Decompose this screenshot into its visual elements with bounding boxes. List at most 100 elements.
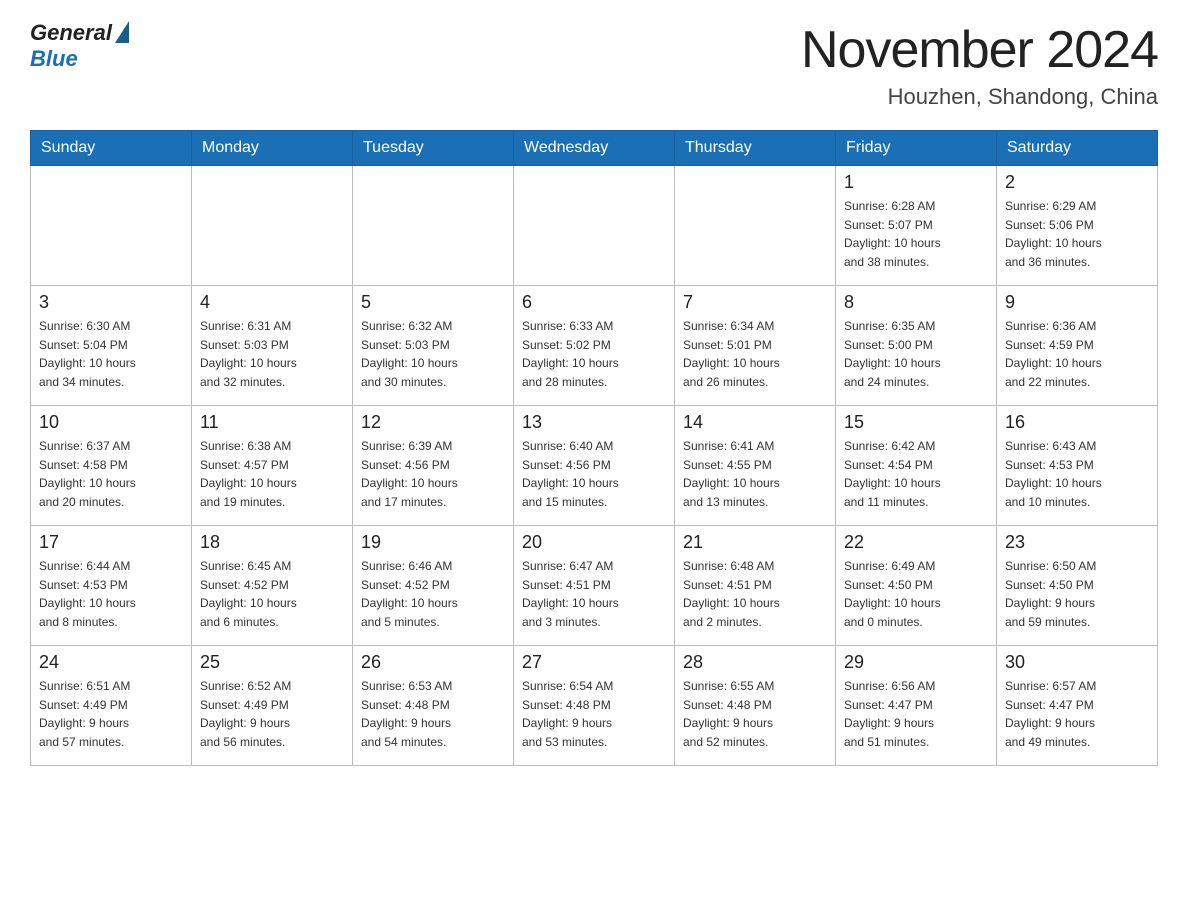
- day-number: 18: [200, 532, 344, 553]
- day-number: 5: [361, 292, 505, 313]
- day-info: Sunrise: 6:41 AM Sunset: 4:55 PM Dayligh…: [683, 437, 827, 511]
- day-info: Sunrise: 6:39 AM Sunset: 4:56 PM Dayligh…: [361, 437, 505, 511]
- day-number: 25: [200, 652, 344, 673]
- day-info: Sunrise: 6:32 AM Sunset: 5:03 PM Dayligh…: [361, 317, 505, 391]
- day-info: Sunrise: 6:33 AM Sunset: 5:02 PM Dayligh…: [522, 317, 666, 391]
- day-info: Sunrise: 6:45 AM Sunset: 4:52 PM Dayligh…: [200, 557, 344, 631]
- calendar-cell: 16Sunrise: 6:43 AM Sunset: 4:53 PM Dayli…: [997, 406, 1158, 526]
- day-number: 10: [39, 412, 183, 433]
- page-header: General Blue November 2024 Houzhen, Shan…: [30, 20, 1158, 110]
- weekday-header-saturday: Saturday: [997, 131, 1158, 166]
- day-info: Sunrise: 6:42 AM Sunset: 4:54 PM Dayligh…: [844, 437, 988, 511]
- day-number: 4: [200, 292, 344, 313]
- day-number: 3: [39, 292, 183, 313]
- calendar-cell: 4 Sunrise: 6:31 AM Sunset: 5:03 PM Daylig…: [192, 286, 353, 406]
- weekday-header-tuesday: Tuesday: [353, 131, 514, 166]
- day-info: Sunrise: 6:35 AM Sunset: 5:00 PM Dayligh…: [844, 317, 988, 391]
- day-info: Sunrise: 6:55 AM Sunset: 4:48 PM Dayligh…: [683, 677, 827, 751]
- day-info: Sunrise: 6:52 AM Sunset: 4:49 PM Dayligh…: [200, 677, 344, 751]
- calendar-cell: 2Sunrise: 6:29 AM Sunset: 5:06 PM Daylig…: [997, 166, 1158, 286]
- weekday-header-friday: Friday: [836, 131, 997, 166]
- calendar-cell: 20Sunrise: 6:47 AM Sunset: 4:51 PM Dayli…: [514, 526, 675, 646]
- calendar-cell: 11 Sunrise: 6:38 AM Sunset: 4:57 PM Dayli…: [192, 406, 353, 526]
- day-number: 6: [522, 292, 666, 313]
- calendar-cell: 5 Sunrise: 6:32 AM Sunset: 5:03 PM Daylig…: [353, 286, 514, 406]
- day-number: 7: [683, 292, 827, 313]
- day-number: 19: [361, 532, 505, 553]
- day-info: Sunrise: 6:56 AM Sunset: 4:47 PM Dayligh…: [844, 677, 988, 751]
- week-row-1: 1Sunrise: 6:28 AM Sunset: 5:07 PM Daylig…: [31, 166, 1158, 286]
- day-info: Sunrise: 6:54 AM Sunset: 4:48 PM Dayligh…: [522, 677, 666, 751]
- calendar-subtitle: Houzhen, Shandong, China: [801, 84, 1158, 110]
- day-number: 30: [1005, 652, 1149, 673]
- calendar-table: SundayMondayTuesdayWednesdayThursdayFrid…: [30, 130, 1158, 766]
- calendar-cell: 3 Sunrise: 6:30 AM Sunset: 5:04 PM Daylig…: [31, 286, 192, 406]
- calendar-cell: 24 Sunrise: 6:51 AM Sunset: 4:49 PM Dayli…: [31, 646, 192, 766]
- weekday-header-row: SundayMondayTuesdayWednesdayThursdayFrid…: [31, 131, 1158, 166]
- week-row-2: 3 Sunrise: 6:30 AM Sunset: 5:04 PM Daylig…: [31, 286, 1158, 406]
- day-number: 8: [844, 292, 988, 313]
- day-info: Sunrise: 6:34 AM Sunset: 5:01 PM Dayligh…: [683, 317, 827, 391]
- day-info: Sunrise: 6:57 AM Sunset: 4:47 PM Dayligh…: [1005, 677, 1149, 751]
- weekday-header-monday: Monday: [192, 131, 353, 166]
- day-number: 24: [39, 652, 183, 673]
- day-info: Sunrise: 6:53 AM Sunset: 4:48 PM Dayligh…: [361, 677, 505, 751]
- calendar-cell: 27 Sunrise: 6:54 AM Sunset: 4:48 PM Dayli…: [514, 646, 675, 766]
- day-number: 14: [683, 412, 827, 433]
- day-number: 15: [844, 412, 988, 433]
- calendar-cell: 28 Sunrise: 6:55 AM Sunset: 4:48 PM Dayli…: [675, 646, 836, 766]
- day-number: 27: [522, 652, 666, 673]
- calendar-cell: [353, 166, 514, 286]
- week-row-3: 10 Sunrise: 6:37 AM Sunset: 4:58 PM Dayli…: [31, 406, 1158, 526]
- calendar-cell: 30 Sunrise: 6:57 AM Sunset: 4:47 PM Dayli…: [997, 646, 1158, 766]
- calendar-cell: 8 Sunrise: 6:35 AM Sunset: 5:00 PM Daylig…: [836, 286, 997, 406]
- day-info: Sunrise: 6:30 AM Sunset: 5:04 PM Dayligh…: [39, 317, 183, 391]
- calendar-cell: [675, 166, 836, 286]
- week-row-4: 17 Sunrise: 6:44 AM Sunset: 4:53 PM Dayli…: [31, 526, 1158, 646]
- calendar-cell: 6 Sunrise: 6:33 AM Sunset: 5:02 PM Daylig…: [514, 286, 675, 406]
- logo-triangle-icon: [115, 21, 129, 43]
- day-info: Sunrise: 6:29 AM Sunset: 5:06 PM Dayligh…: [1005, 197, 1149, 271]
- day-info: Sunrise: 6:50 AM Sunset: 4:50 PM Dayligh…: [1005, 557, 1149, 631]
- day-info: Sunrise: 6:40 AM Sunset: 4:56 PM Dayligh…: [522, 437, 666, 511]
- calendar-cell: 9Sunrise: 6:36 AM Sunset: 4:59 PM Daylig…: [997, 286, 1158, 406]
- calendar-cell: 14 Sunrise: 6:41 AM Sunset: 4:55 PM Dayli…: [675, 406, 836, 526]
- calendar-cell: 15 Sunrise: 6:42 AM Sunset: 4:54 PM Dayli…: [836, 406, 997, 526]
- calendar-cell: 1Sunrise: 6:28 AM Sunset: 5:07 PM Daylig…: [836, 166, 997, 286]
- day-number: 11: [200, 412, 344, 433]
- day-number: 17: [39, 532, 183, 553]
- day-info: Sunrise: 6:47 AM Sunset: 4:51 PM Dayligh…: [522, 557, 666, 631]
- calendar-cell: 10 Sunrise: 6:37 AM Sunset: 4:58 PM Dayli…: [31, 406, 192, 526]
- calendar-cell: 7 Sunrise: 6:34 AM Sunset: 5:01 PM Daylig…: [675, 286, 836, 406]
- day-info: Sunrise: 6:48 AM Sunset: 4:51 PM Dayligh…: [683, 557, 827, 631]
- logo-general-text: General: [30, 20, 112, 46]
- calendar-cell: 19 Sunrise: 6:46 AM Sunset: 4:52 PM Dayli…: [353, 526, 514, 646]
- week-row-5: 24 Sunrise: 6:51 AM Sunset: 4:49 PM Dayli…: [31, 646, 1158, 766]
- day-number: 23: [1005, 532, 1149, 553]
- day-info: Sunrise: 6:46 AM Sunset: 4:52 PM Dayligh…: [361, 557, 505, 631]
- day-info: Sunrise: 6:37 AM Sunset: 4:58 PM Dayligh…: [39, 437, 183, 511]
- day-info: Sunrise: 6:51 AM Sunset: 4:49 PM Dayligh…: [39, 677, 183, 751]
- calendar-cell: 13Sunrise: 6:40 AM Sunset: 4:56 PM Dayli…: [514, 406, 675, 526]
- day-info: Sunrise: 6:38 AM Sunset: 4:57 PM Dayligh…: [200, 437, 344, 511]
- weekday-header-sunday: Sunday: [31, 131, 192, 166]
- day-number: 29: [844, 652, 988, 673]
- day-number: 28: [683, 652, 827, 673]
- day-info: Sunrise: 6:43 AM Sunset: 4:53 PM Dayligh…: [1005, 437, 1149, 511]
- day-info: Sunrise: 6:44 AM Sunset: 4:53 PM Dayligh…: [39, 557, 183, 631]
- day-info: Sunrise: 6:36 AM Sunset: 4:59 PM Dayligh…: [1005, 317, 1149, 391]
- day-info: Sunrise: 6:31 AM Sunset: 5:03 PM Dayligh…: [200, 317, 344, 391]
- logo: General Blue: [30, 20, 129, 72]
- calendar-cell: [192, 166, 353, 286]
- title-section: November 2024 Houzhen, Shandong, China: [801, 20, 1158, 110]
- day-info: Sunrise: 6:28 AM Sunset: 5:07 PM Dayligh…: [844, 197, 988, 271]
- calendar-cell: 18 Sunrise: 6:45 AM Sunset: 4:52 PM Dayli…: [192, 526, 353, 646]
- calendar-cell: 26 Sunrise: 6:53 AM Sunset: 4:48 PM Dayli…: [353, 646, 514, 766]
- calendar-cell: 29 Sunrise: 6:56 AM Sunset: 4:47 PM Dayli…: [836, 646, 997, 766]
- calendar-cell: [514, 166, 675, 286]
- calendar-cell: 22Sunrise: 6:49 AM Sunset: 4:50 PM Dayli…: [836, 526, 997, 646]
- day-number: 26: [361, 652, 505, 673]
- calendar-title: November 2024: [801, 20, 1158, 80]
- calendar-cell: [31, 166, 192, 286]
- calendar-cell: 17 Sunrise: 6:44 AM Sunset: 4:53 PM Dayli…: [31, 526, 192, 646]
